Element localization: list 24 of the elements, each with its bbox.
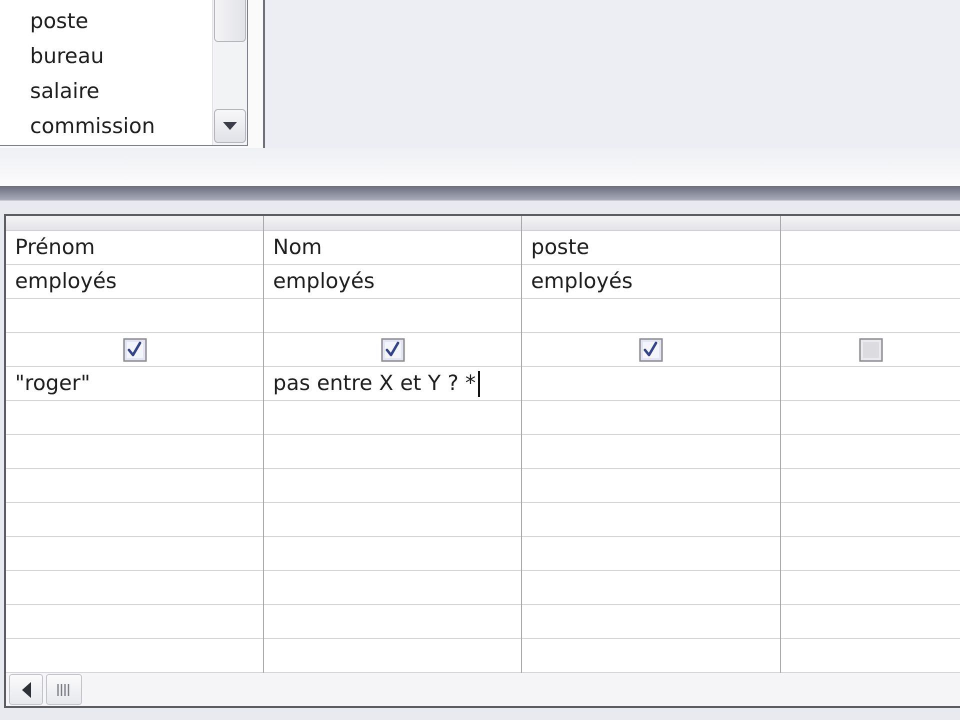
show-checkbox[interactable] <box>380 338 404 362</box>
splitter-bar[interactable] <box>0 186 960 201</box>
field-list-item[interactable]: bureau <box>30 44 104 68</box>
grip-icon <box>57 684 71 696</box>
down-triangle-icon <box>223 122 237 130</box>
field-name: poste <box>531 234 590 261</box>
scrollbar-thumb[interactable] <box>214 0 246 42</box>
show-checkbox[interactable] <box>122 338 146 362</box>
show-checkbox[interactable] <box>639 338 663 362</box>
table-name: employés <box>531 268 633 295</box>
table-name: employés <box>15 268 117 295</box>
criteria-text: "roger" <box>15 370 90 397</box>
left-triangle-icon <box>22 682 30 698</box>
field-list-item[interactable]: commission <box>30 114 156 138</box>
table-name: employés <box>273 268 375 295</box>
field-list-item[interactable]: poste <box>30 9 88 33</box>
show-checkbox[interactable] <box>858 338 882 362</box>
scroll-left-button[interactable] <box>9 674 43 705</box>
criteria-text: pas entre X et Y ? * <box>273 370 476 397</box>
field-list-item[interactable]: salaire <box>30 79 100 103</box>
field-name: Nom <box>273 234 322 261</box>
scroll-down-button[interactable] <box>214 109 246 143</box>
field-name: Prénom <box>15 234 96 261</box>
scrollbar-thumb[interactable] <box>46 674 82 705</box>
